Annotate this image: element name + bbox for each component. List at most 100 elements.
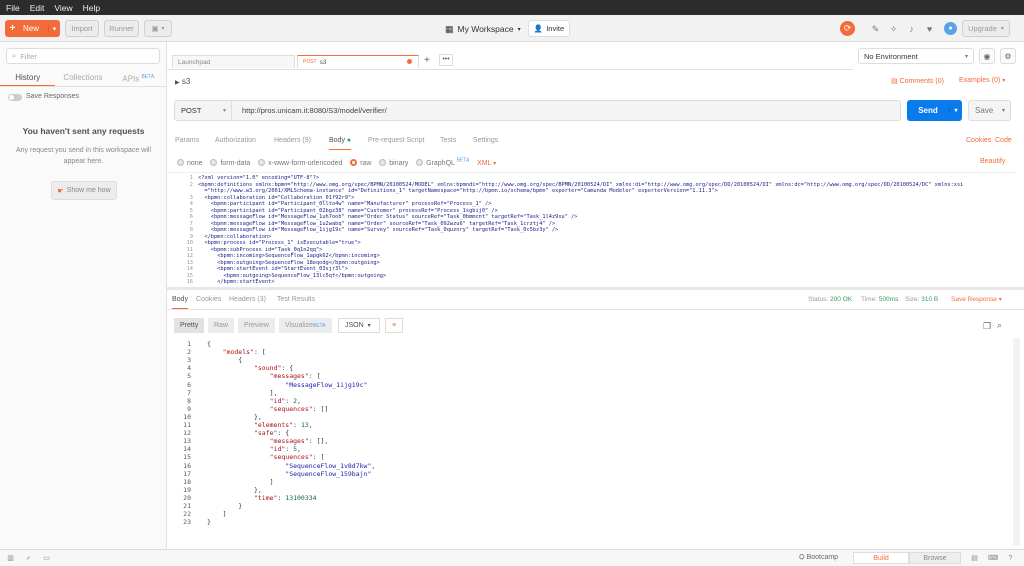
radio-icon xyxy=(210,159,218,167)
code-link[interactable]: Code xyxy=(995,137,1012,144)
radio-graphql[interactable]: GraphQL BETA xyxy=(416,158,469,167)
raw-format-select[interactable]: XML ▾ xyxy=(477,160,496,167)
more-tabs-icon[interactable]: ••• xyxy=(439,54,453,66)
bootcamp-label: Bootcamp xyxy=(806,554,839,561)
visualize-button[interactable]: Visualize BETA xyxy=(279,318,332,333)
environment-select[interactable]: No Environment ▾ xyxy=(858,48,974,64)
sidebar-tabs: History Collections APIs BETA xyxy=(0,69,166,87)
build-button[interactable]: Build xyxy=(853,552,909,564)
response-scrollbar[interactable] xyxy=(1013,338,1020,546)
tab-response-headers[interactable]: Headers (3) xyxy=(229,296,266,303)
tab-response-body[interactable]: Body xyxy=(172,296,188,309)
chevron-down-icon[interactable]: ▾ xyxy=(48,24,60,33)
unsaved-dot-icon xyxy=(407,59,412,64)
menu-file[interactable]: File xyxy=(6,3,20,13)
tab-tests[interactable]: Tests xyxy=(440,137,456,144)
gear-icon[interactable]: ⚙ xyxy=(1000,48,1016,64)
chevron-down-icon[interactable]: ▾ xyxy=(949,107,962,114)
console-icon[interactable]: ▭ xyxy=(42,554,51,563)
line-number: 18 xyxy=(183,477,191,486)
pretty-button[interactable]: Pretty xyxy=(174,318,205,333)
import-button[interactable]: Import xyxy=(65,20,99,37)
search-icon[interactable]: ⌕ xyxy=(997,320,1002,331)
method-select[interactable]: POST ▾ xyxy=(175,101,232,120)
url-input[interactable]: http://pros.unicam.it:8080/S3/model/veri… xyxy=(242,101,387,120)
tab-body[interactable]: Body ● xyxy=(329,137,352,150)
wrench-icon[interactable]: ✧ xyxy=(888,24,899,35)
tab-collections[interactable]: Collections xyxy=(55,69,110,86)
format-select[interactable]: JSON ▾ xyxy=(338,318,380,333)
bootcamp-link[interactable]: ⛭ Bootcamp xyxy=(799,554,838,562)
satellite-icon[interactable]: ✎ xyxy=(870,24,881,35)
line-number: 7 xyxy=(189,220,193,227)
new-button[interactable]: + New ▾ xyxy=(5,20,60,37)
radio-none[interactable]: none xyxy=(177,159,203,167)
tab-params[interactable]: Params xyxy=(175,137,199,144)
raw-button[interactable]: Raw xyxy=(208,318,235,333)
show-me-how-button[interactable]: ☛ Show me how xyxy=(51,181,117,200)
tab-history[interactable]: History xyxy=(0,69,56,86)
radio-form-data[interactable]: form-data xyxy=(210,159,250,167)
sync-icon[interactable]: ⟳ xyxy=(840,21,855,36)
response-toolbar: Pretty Raw Preview Visualize BETA JSON ▾ … xyxy=(167,312,1024,336)
radio-icon xyxy=(416,159,424,167)
copy-icon[interactable]: ❐ xyxy=(983,321,991,332)
sidebar-toggle-icon[interactable]: ▥ xyxy=(6,554,15,563)
save-label: Save xyxy=(975,106,994,115)
heart-icon[interactable]: ♥ xyxy=(924,24,935,35)
response-body-viewer[interactable]: 1 {2 "models": [3 {4 "sound": {5 "message… xyxy=(167,338,1012,546)
preview-button[interactable]: Preview xyxy=(238,318,275,333)
apis-label: APIs xyxy=(122,74,140,84)
send-label: Send xyxy=(918,106,938,115)
menu-help[interactable]: Help xyxy=(83,3,100,13)
invite-button[interactable]: 👤 Invite xyxy=(528,20,570,37)
chevron-down-icon: ▾ xyxy=(1002,78,1006,84)
search-icon[interactable]: ⌕ xyxy=(24,554,33,563)
radio-raw[interactable]: raw xyxy=(350,159,371,167)
save-button[interactable]: Save ▾ xyxy=(968,100,1011,121)
line-number: 3 xyxy=(189,194,193,201)
examples-link[interactable]: Examples (0) ▾ xyxy=(959,77,1005,84)
tab-test-results[interactable]: Test Results xyxy=(277,296,315,303)
code-line: </bpmn:collaboration> xyxy=(198,233,272,240)
tab-headers[interactable]: Headers (9) xyxy=(274,137,311,144)
filter-input[interactable]: ⌕ Filter xyxy=(6,48,160,64)
save-responses-toggle[interactable] xyxy=(8,94,22,101)
bell-icon[interactable]: ♪ xyxy=(906,24,917,35)
comments-link[interactable]: ▤ Comments (0) xyxy=(891,77,944,85)
json-line: "SequenceFlow_1v8d7kw", xyxy=(285,461,376,470)
tab-authorization[interactable]: Authorization xyxy=(215,137,256,144)
menu-view[interactable]: View xyxy=(54,3,72,13)
tab-pre-request[interactable]: Pre-request Script xyxy=(368,137,424,144)
tab-settings[interactable]: Settings xyxy=(473,137,498,144)
layout-icon[interactable]: ▤ xyxy=(970,554,979,563)
upgrade-button[interactable]: Upgrade ▾ xyxy=(962,20,1010,37)
tab-launchpad[interactable]: Launchpad xyxy=(172,55,295,68)
workspace-switcher[interactable]: ▦ My Workspace ▾ xyxy=(445,22,521,36)
avatar[interactable]: ● xyxy=(944,22,957,35)
radio-urlencoded[interactable]: x-www-form-urlencoded xyxy=(258,159,342,167)
eye-icon[interactable]: ◉ xyxy=(979,48,995,64)
json-line: }, xyxy=(207,485,262,494)
send-button[interactable]: Send ▾ xyxy=(907,100,962,121)
header-toolbar: + New ▾ Import Runner ▣ ▾ ▦ My Workspace … xyxy=(0,15,1024,42)
runner-button[interactable]: Runner xyxy=(104,20,139,37)
browse-button[interactable]: Browse xyxy=(909,552,961,564)
beautify-link[interactable]: Beautify xyxy=(980,158,1005,165)
wrap-lines-icon[interactable]: ≡ xyxy=(385,318,403,333)
radio-binary[interactable]: binary xyxy=(379,159,408,167)
save-response-button[interactable]: Save Response ▾ xyxy=(951,296,1002,303)
new-window-button[interactable]: ▣ ▾ xyxy=(144,20,172,37)
cookies-link[interactable]: Cookies xyxy=(966,137,991,144)
line-number: 1 xyxy=(189,175,193,181)
request-body-editor[interactable]: 1 <?xml version="1.0" encoding="UTF-8"?> 2… xyxy=(167,172,1017,286)
tab-apis[interactable]: APIs BETA xyxy=(111,69,166,86)
breadcrumb[interactable]: ▶ s3 xyxy=(175,77,190,86)
tab-response-cookies[interactable]: Cookies xyxy=(196,296,221,303)
json-line: ] xyxy=(207,510,227,519)
menu-edit[interactable]: Edit xyxy=(30,3,45,13)
help-icon[interactable]: ? xyxy=(1006,554,1015,563)
keyboard-icon[interactable]: ⌨ xyxy=(988,554,998,563)
tab-s3[interactable]: POST s3 xyxy=(297,55,419,68)
add-tab-icon[interactable]: + xyxy=(424,55,430,66)
